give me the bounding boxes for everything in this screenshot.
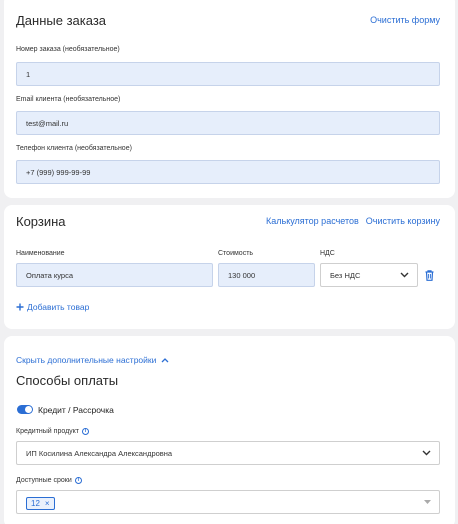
- email-label: Email клиента (необязательное): [16, 96, 121, 103]
- item-name-field[interactable]: Оплата курса: [16, 263, 213, 287]
- chevron-down-icon: [400, 272, 409, 278]
- col-name-label: Наименование: [16, 250, 65, 257]
- item-price-field[interactable]: 130 000: [218, 263, 315, 287]
- payment-methods-title: Способы оплаты: [16, 373, 119, 388]
- clear-cart-link[interactable]: Очистить корзину: [366, 216, 440, 226]
- credit-toggle[interactable]: [17, 405, 33, 414]
- email-field[interactable]: test@mail.ru: [16, 111, 440, 135]
- terms-chip[interactable]: 12 ×: [26, 497, 55, 510]
- terms-chip-label: 12: [31, 499, 40, 508]
- chevron-down-icon: [422, 450, 431, 456]
- order-number-value: 1: [26, 69, 31, 79]
- cart-title: Корзина: [16, 214, 66, 229]
- order-number-label: Номер заказа (необязательное): [16, 46, 120, 53]
- terms-label: Доступные сроки: [16, 477, 72, 484]
- terms-select[interactable]: [16, 490, 440, 514]
- calculator-link[interactable]: Калькулятор расчетов: [266, 216, 359, 226]
- item-price-value: 130 000: [228, 270, 256, 280]
- chevron-up-icon: [161, 357, 169, 362]
- phone-field[interactable]: +7 (999) 999-99-99: [16, 160, 440, 184]
- credit-product-label-row: Кредитный продукт i: [16, 428, 90, 435]
- phone-label: Телефон клиента (необязательное): [16, 145, 132, 152]
- terms-label-row: Доступные сроки i: [16, 477, 82, 484]
- item-name-value: Оплата курса: [26, 270, 74, 280]
- hide-settings-link[interactable]: Скрыть дополнительные настройки: [16, 355, 169, 365]
- order-number-field[interactable]: 1: [16, 62, 440, 86]
- col-vat-label: НДС: [320, 250, 335, 257]
- trash-icon[interactable]: [425, 270, 434, 281]
- hide-settings-label: Скрыть дополнительные настройки: [16, 355, 157, 365]
- close-icon[interactable]: ×: [45, 499, 50, 508]
- credit-product-label: Кредитный продукт: [16, 428, 80, 435]
- credit-product-value: ИП Косилина Александра Александровна: [26, 448, 173, 458]
- add-item-button[interactable]: Добавить товар: [16, 302, 89, 312]
- plus-icon: [16, 303, 24, 311]
- phone-value: +7 (999) 999-99-99: [26, 167, 91, 177]
- email-value: test@mail.ru: [26, 118, 69, 128]
- credit-toggle-label: Кредит / Рассрочка: [38, 405, 114, 415]
- order-data-title: Данные заказа: [16, 13, 107, 28]
- info-icon[interactable]: i: [74, 477, 82, 484]
- vat-select[interactable]: Без НДС: [320, 263, 418, 287]
- clear-form-link[interactable]: Очистить форму: [370, 15, 440, 25]
- vat-select-value: Без НДС: [330, 270, 361, 280]
- info-icon[interactable]: i: [82, 428, 90, 435]
- col-price-label: Стоимость: [218, 250, 254, 257]
- add-item-label: Добавить товар: [27, 302, 90, 312]
- caret-down-icon: [424, 500, 431, 504]
- credit-product-select[interactable]: ИП Косилина Александра Александровна: [16, 441, 440, 465]
